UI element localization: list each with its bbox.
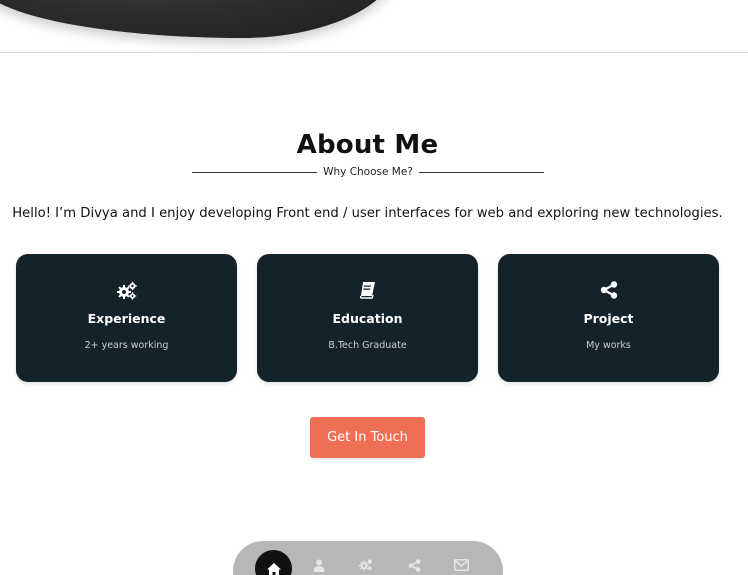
section-subtitle: Why Choose Me? xyxy=(323,166,413,178)
mail-icon xyxy=(453,559,469,571)
gears-icon xyxy=(358,558,374,572)
education-card: Education B.Tech Graduate xyxy=(257,254,478,382)
experience-card-description: 2+ years working xyxy=(84,340,169,351)
nav-about-button[interactable] xyxy=(307,553,331,575)
nav-projects-button[interactable] xyxy=(402,553,426,575)
bottom-nav xyxy=(233,541,503,575)
project-card-title: Project xyxy=(583,311,634,326)
user-icon xyxy=(313,559,325,572)
page: About Me Why Choose Me? Hello! I’m Divya… xyxy=(0,0,748,575)
section-divider xyxy=(0,52,748,53)
about-intro-text: Hello! I’m Divya and I enjoy developing … xyxy=(12,206,723,221)
book-icon xyxy=(257,281,478,301)
experience-card: Experience 2+ years working xyxy=(16,254,237,382)
gears-icon xyxy=(16,281,237,301)
section-subtitle-row: Why Choose Me? xyxy=(192,164,545,180)
home-icon xyxy=(266,562,282,575)
get-in-touch-button[interactable]: Get In Touch xyxy=(310,417,425,458)
education-card-title: Education xyxy=(332,311,403,326)
share-icon xyxy=(498,281,719,301)
experience-card-title: Experience xyxy=(87,311,166,326)
nav-skills-button[interactable] xyxy=(354,553,378,575)
project-card-description: My works xyxy=(586,340,631,351)
education-card-description: B.Tech Graduate xyxy=(328,340,407,351)
subtitle-line-right xyxy=(418,171,545,173)
section-title: About Me xyxy=(296,130,439,160)
nav-home-button[interactable] xyxy=(255,550,292,575)
share-icon xyxy=(408,558,421,572)
nav-contact-button[interactable] xyxy=(449,553,473,575)
hero-background-shape xyxy=(0,0,400,38)
project-card: Project My works xyxy=(498,254,719,382)
subtitle-line-left xyxy=(192,171,318,173)
